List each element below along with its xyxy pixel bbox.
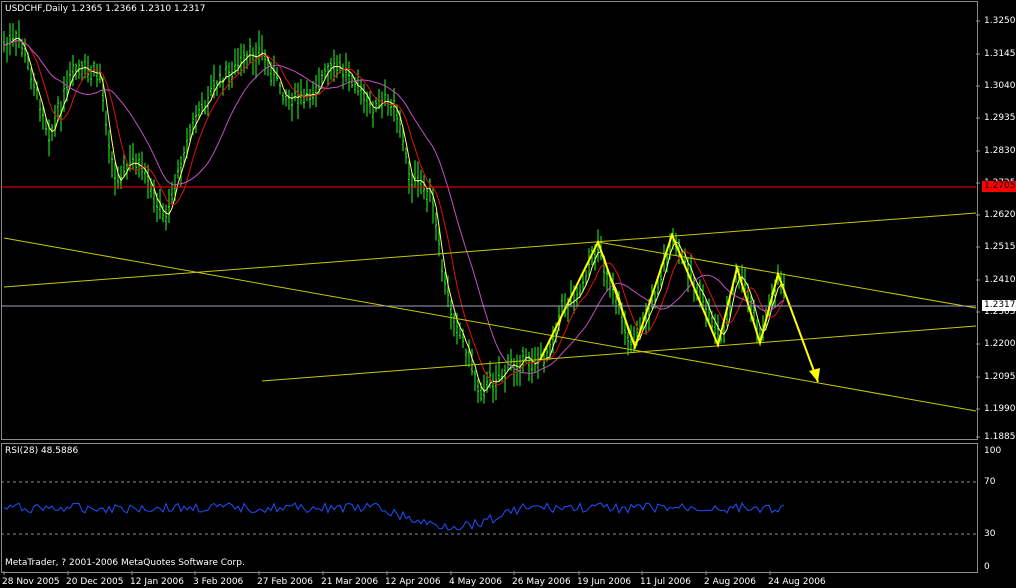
date-label: 24 Aug 2006	[768, 577, 826, 587]
candlestick-series	[3, 20, 785, 404]
date-label: 4 May 2006	[449, 577, 502, 587]
price-label: 1.3040	[984, 81, 1016, 91]
rsi-level-label: 0	[984, 562, 990, 572]
date-label: 26 May 2006	[512, 577, 571, 587]
upper-channel-line	[3, 212, 977, 288]
date-label: 19 Jun 2006	[577, 577, 632, 587]
price-label: 1.2620	[984, 210, 1016, 220]
date-label: 27 Feb 2006	[257, 577, 314, 587]
date-label: 12 Jan 2006	[130, 577, 184, 587]
chart-title: USDCHF,Daily 1.2365 1.2366 1.2310 1.2317	[5, 4, 206, 14]
axis-ticks	[3, 20, 980, 575]
chart-canvas[interactable]	[0, 0, 1016, 588]
rsi-level-label: 30	[984, 529, 996, 539]
date-label: 21 Mar 2006	[321, 577, 379, 587]
price-label: 1.2830	[984, 146, 1016, 156]
price-label: 1.2410	[984, 275, 1016, 285]
rsi-title: RSI(28) 48.5886	[5, 446, 79, 456]
rsi-line	[3, 501, 785, 531]
price-label: 1.3250	[984, 16, 1016, 26]
rsi-level-label: 70	[984, 477, 996, 487]
arrow-head-icon	[809, 368, 820, 382]
current-price-tag: 1.2317	[982, 300, 1016, 311]
date-label: 2 Aug 2006	[704, 577, 756, 587]
rsi-level-label: 100	[984, 446, 1002, 456]
price-label: 1.2095	[984, 372, 1016, 382]
price-label: 1.1885	[984, 432, 1016, 442]
support-trendline	[261, 325, 977, 382]
moving-averages	[3, 37, 785, 392]
date-label: 12 Apr 2006	[385, 577, 441, 587]
price-label: 1.1990	[984, 404, 1016, 414]
price-label: 1.2200	[984, 339, 1016, 349]
copyright-text: MetaTrader, ? 2001-2006 MetaQuotes Softw…	[5, 558, 245, 568]
resistance-price-tag: 1.2705	[982, 181, 1016, 192]
price-label: 1.3145	[984, 49, 1016, 59]
date-label: 3 Feb 2006	[193, 577, 244, 587]
date-label: 28 Nov 2005	[2, 577, 60, 587]
rsi-series-line	[3, 501, 785, 531]
date-label: 20 Dec 2005	[66, 577, 124, 587]
price-label: 1.2515	[984, 242, 1016, 252]
price-label: 1.2935	[984, 113, 1016, 123]
date-label: 11 Jul 2006	[640, 577, 691, 587]
